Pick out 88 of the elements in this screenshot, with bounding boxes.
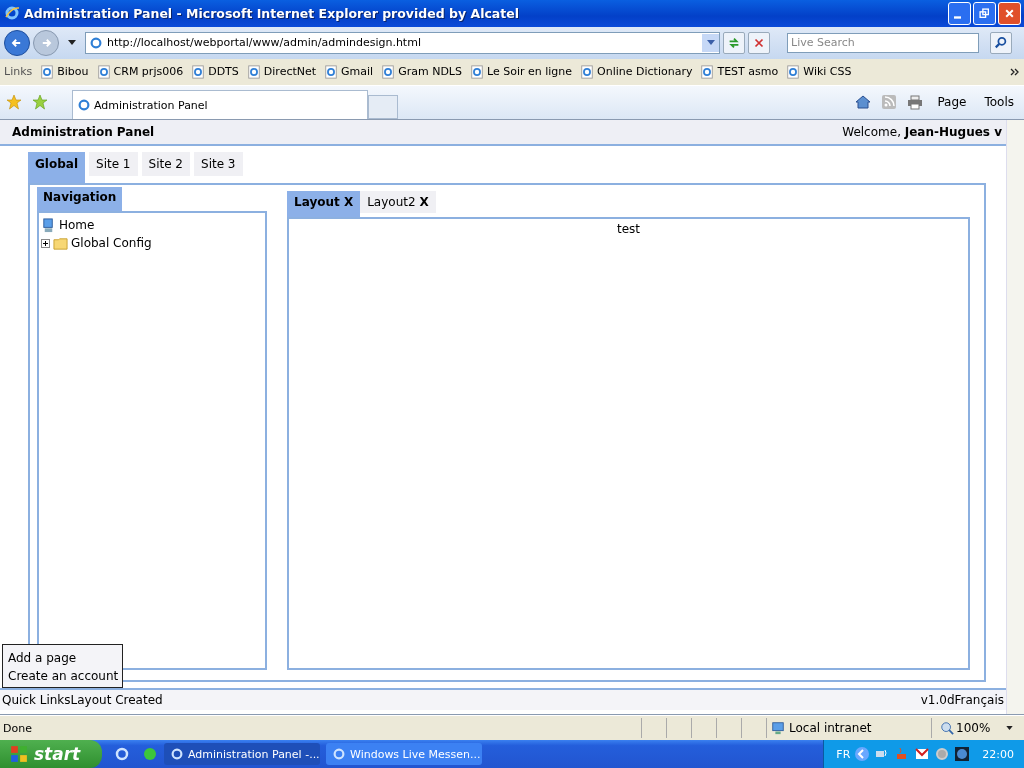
favorite-link[interactable]: CRM prjs006 xyxy=(96,64,184,79)
expand-toggle-icon[interactable] xyxy=(41,238,50,248)
globe-icon[interactable] xyxy=(954,746,971,762)
footer-text: Quick LinksLayout Created xyxy=(2,693,163,708)
close-button[interactable] xyxy=(998,1,1021,25)
favorite-link[interactable]: DDTS xyxy=(191,64,239,79)
more-chevron-icon[interactable] xyxy=(1010,67,1020,76)
clock: 22:00 xyxy=(982,747,1014,761)
taskbar-button[interactable]: Administration Panel -... xyxy=(164,743,320,765)
stop-button[interactable] xyxy=(748,31,770,54)
site-tab[interactable]: Site 2 xyxy=(141,152,190,177)
favorite-link[interactable]: DirectNet xyxy=(246,64,317,79)
refresh-icon xyxy=(727,35,741,50)
sphere-icon[interactable] xyxy=(142,746,158,762)
status-text: Done xyxy=(2,721,33,735)
new-tab-button[interactable] xyxy=(368,95,398,120)
welcome-text: Welcome, Jean-Hugues v xyxy=(842,125,1002,140)
zoom-icon xyxy=(940,721,954,736)
menu-item[interactable]: Add a page xyxy=(8,649,119,668)
favorite-link[interactable]: TEST asmo xyxy=(700,64,779,79)
page-icon xyxy=(324,64,339,79)
page-icon xyxy=(89,35,103,50)
tree-item[interactable]: Global Config xyxy=(71,236,152,251)
folder-icon xyxy=(53,235,68,251)
home-icon[interactable] xyxy=(855,94,872,111)
caret-icon xyxy=(706,40,715,46)
back-button[interactable] xyxy=(4,29,30,56)
page-icon xyxy=(40,64,55,79)
favorite-link[interactable]: Bibou xyxy=(40,64,89,79)
search-field[interactable]: Live Search xyxy=(787,32,979,53)
favorite-link[interactable]: Le Soir en ligne xyxy=(470,64,573,79)
zoom-control[interactable]: 100% xyxy=(931,718,1024,739)
page-icon xyxy=(246,64,261,79)
site-tab[interactable]: Global xyxy=(28,152,85,184)
refresh-button[interactable] xyxy=(723,31,745,54)
scrollbar[interactable] xyxy=(1006,120,1024,715)
page-title: Administration Panel xyxy=(12,125,155,140)
favorite-link[interactable]: Online Dictionary xyxy=(580,64,693,79)
version-text: v1.0dFrançais xyxy=(920,693,1004,708)
computer-icon xyxy=(41,217,56,233)
favorite-link[interactable]: Gmail xyxy=(324,64,374,79)
address-field[interactable]: http://localhost/webportal/www/admin/admindesign.html xyxy=(85,31,720,54)
page-icon xyxy=(700,64,715,79)
security-zone: Local intranet xyxy=(766,718,931,739)
favorite-link[interactable]: Gram NDLS xyxy=(381,64,462,79)
url-text: http://localhost/webportal/www/admin/admindesign.html xyxy=(107,36,422,50)
page-icon xyxy=(580,64,595,79)
restore-icon xyxy=(979,7,990,19)
dropdown-button[interactable] xyxy=(702,33,719,52)
site-tab[interactable]: Site 3 xyxy=(194,152,243,177)
command-menu[interactable]: Tools xyxy=(980,95,1018,110)
window-title: Administration Panel - Microsoft Internet Explorer provided by Alcatel xyxy=(24,5,521,21)
printer-icon[interactable] xyxy=(907,94,924,111)
windows-flag-icon xyxy=(10,745,28,763)
page-icon xyxy=(170,747,184,761)
browser-icon xyxy=(4,5,20,22)
caret-icon[interactable] xyxy=(68,40,76,46)
links-label: Links xyxy=(4,65,33,79)
navigation-header: Navigation xyxy=(37,187,123,212)
browser-icon[interactable] xyxy=(114,746,130,762)
page-icon xyxy=(332,747,346,761)
search-icon xyxy=(994,35,1008,50)
chevron-icon[interactable] xyxy=(854,746,871,762)
page-icon xyxy=(381,64,396,79)
browser-tab[interactable]: Administration Panel xyxy=(72,90,368,120)
caret-icon xyxy=(1006,726,1014,731)
close-icon xyxy=(1004,7,1015,19)
page-icon xyxy=(786,64,801,79)
search-button[interactable] xyxy=(990,31,1012,54)
mail-icon[interactable] xyxy=(914,746,931,762)
restore-button[interactable] xyxy=(973,1,996,25)
page-icon xyxy=(77,98,91,113)
command-menu[interactable]: Page xyxy=(933,95,971,110)
content-text: test xyxy=(616,222,640,237)
computer-icon xyxy=(771,721,785,736)
layout-tab[interactable]: Layout X xyxy=(287,191,361,218)
page-icon xyxy=(470,64,484,79)
site-tab[interactable]: Site 1 xyxy=(89,152,138,177)
tree-item[interactable]: Home xyxy=(59,218,95,233)
menu-item[interactable]: Create an account xyxy=(8,667,119,686)
taskbar-button[interactable]: Windows Live Messen... xyxy=(326,743,482,765)
favorite-link[interactable]: Wiki CSS xyxy=(786,64,852,79)
page-icon xyxy=(191,64,206,79)
page-icon xyxy=(96,64,111,79)
minimize-icon xyxy=(954,15,961,19)
layout-tab[interactable]: Layout2 X xyxy=(360,191,436,214)
minimize-button[interactable] xyxy=(948,1,971,25)
star-icon[interactable] xyxy=(6,94,22,111)
